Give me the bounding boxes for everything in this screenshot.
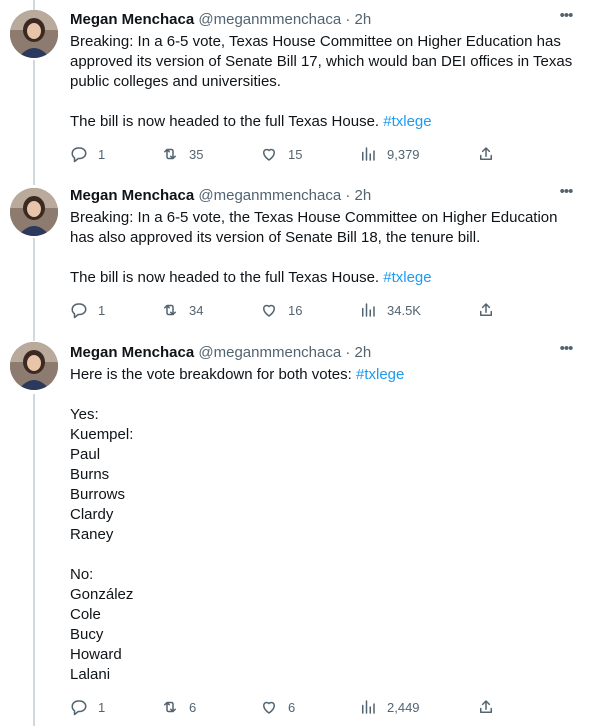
tweet-text-span: The bill is now headed to the full Texas… [70, 113, 380, 130]
more-icon[interactable]: ••• [556, 8, 576, 30]
yes-voter: Clardy [70, 506, 114, 523]
share-button[interactable] [477, 300, 495, 320]
author-name[interactable]: Megan Menchaca [70, 344, 194, 361]
views-icon [362, 303, 375, 317]
separator: · [345, 187, 351, 204]
like-count: 16 [288, 302, 303, 318]
author-name[interactable]: Megan Menchaca [70, 187, 194, 204]
author-handle[interactable]: @meganmmenchaca [198, 187, 341, 204]
no-voter: Howard [70, 646, 122, 663]
tweet-text: Breaking: In a 6-5 vote, the Texas House… [70, 208, 580, 288]
tweet-text: Here is the vote breakdown for both vote… [70, 365, 580, 685]
reply-button[interactable]: 1 [70, 697, 105, 717]
more-icon[interactable]: ••• [556, 184, 576, 206]
action-bar: 1 6 6 2,449 [70, 697, 510, 717]
like-button[interactable]: 16 [260, 300, 302, 320]
timestamp[interactable]: 2h [355, 11, 372, 28]
tweet-paragraph: Breaking: In a 6-5 vote, Texas House Com… [70, 33, 573, 90]
separator: · [345, 11, 351, 28]
like-icon [263, 304, 275, 317]
avatar[interactable] [10, 10, 58, 58]
timestamp[interactable]: 2h [355, 344, 372, 361]
reply-button[interactable]: 1 [70, 144, 105, 164]
no-heading: No: [70, 566, 94, 583]
share-button[interactable] [477, 697, 495, 717]
tweet[interactable]: Megan Menchaca @meganmmenchaca · 2h ••• … [0, 0, 592, 178]
no-voter: Bucy [70, 626, 104, 643]
tweet-paragraph: Breaking: In a 6-5 vote, the Texas House… [70, 209, 558, 246]
like-button[interactable]: 15 [260, 144, 302, 164]
like-count: 15 [288, 146, 303, 162]
reply-icon [71, 303, 87, 319]
hashtag-link[interactable]: #txlege [383, 113, 431, 130]
yes-heading: Yes: [70, 406, 99, 423]
action-bar: 1 34 16 34.5K [70, 300, 510, 320]
yes-voter: Burns [70, 466, 110, 483]
view-count: 9,379 [387, 146, 420, 162]
action-bar: 1 35 15 9,379 [70, 144, 510, 164]
retweet-icon [164, 148, 176, 160]
yes-voter: Raney [70, 526, 114, 543]
retweet-button[interactable]: 6 [161, 697, 196, 717]
no-voter: Cole [70, 606, 101, 623]
more-icon[interactable]: ••• [556, 341, 576, 363]
view-count: 34.5K [387, 302, 421, 318]
retweet-count: 6 [189, 699, 197, 715]
reply-icon [71, 700, 87, 716]
views-icon [362, 700, 375, 714]
like-count: 6 [288, 699, 296, 715]
like-button[interactable]: 6 [260, 697, 295, 717]
no-voter: Lalani [70, 666, 111, 683]
yes-voter: Paul [70, 446, 101, 463]
yes-voter: Burrows [70, 486, 126, 503]
reply-icon [71, 147, 87, 163]
like-icon [263, 701, 275, 714]
tweet-text-span: Here is the vote breakdown for both vote… [70, 366, 352, 383]
reply-button[interactable]: 1 [70, 300, 105, 320]
tweet-text-span: The bill is now headed to the full Texas… [70, 269, 380, 286]
retweet-icon [164, 701, 176, 713]
tweet[interactable]: Megan Menchaca @meganmmenchaca · 2h ••• … [0, 178, 592, 336]
views-button[interactable]: 34.5K [359, 300, 421, 320]
share-icon [480, 147, 492, 160]
tweet-header: Megan Menchaca @meganmmenchaca · 2h [70, 10, 371, 30]
like-icon [263, 148, 275, 161]
tweet-paragraph: The bill is now headed to the full Texas… [70, 268, 580, 288]
tweet-text: Breaking: In a 6-5 vote, Texas House Com… [70, 32, 580, 132]
reply-count: 1 [98, 302, 106, 318]
reply-count: 1 [98, 146, 106, 162]
author-name[interactable]: Megan Menchaca [70, 11, 194, 28]
hashtag-link[interactable]: #txlege [356, 366, 404, 383]
views-button[interactable]: 2,449 [359, 697, 420, 717]
retweet-button[interactable]: 34 [161, 300, 203, 320]
no-voter: González [70, 586, 134, 603]
retweet-count: 35 [189, 146, 204, 162]
retweet-icon [164, 304, 176, 316]
share-icon [480, 303, 492, 316]
share-button[interactable] [477, 144, 495, 164]
share-icon [480, 700, 492, 713]
author-handle[interactable]: @meganmmenchaca [198, 344, 341, 361]
retweet-button[interactable]: 35 [161, 144, 203, 164]
view-count: 2,449 [387, 699, 420, 715]
tweet-paragraph: Here is the vote breakdown for both vote… [70, 365, 580, 385]
hashtag-link[interactable]: #txlege [383, 269, 431, 286]
tweet-header: Megan Menchaca @meganmmenchaca · 2h [70, 186, 371, 206]
tweet-paragraph: The bill is now headed to the full Texas… [70, 112, 580, 132]
avatar[interactable] [10, 342, 58, 390]
avatar[interactable] [10, 188, 58, 236]
yes-voter: Kuempel: [70, 426, 134, 443]
separator: · [345, 344, 351, 361]
tweet-header: Megan Menchaca @meganmmenchaca · 2h [70, 343, 371, 363]
retweet-count: 34 [189, 302, 204, 318]
author-handle[interactable]: @meganmmenchaca [198, 11, 341, 28]
views-button[interactable]: 9,379 [359, 144, 420, 164]
views-icon [362, 147, 375, 161]
reply-count: 1 [98, 699, 106, 715]
timestamp[interactable]: 2h [355, 187, 372, 204]
tweet[interactable]: Megan Menchaca @meganmmenchaca · 2h ••• … [0, 336, 592, 726]
